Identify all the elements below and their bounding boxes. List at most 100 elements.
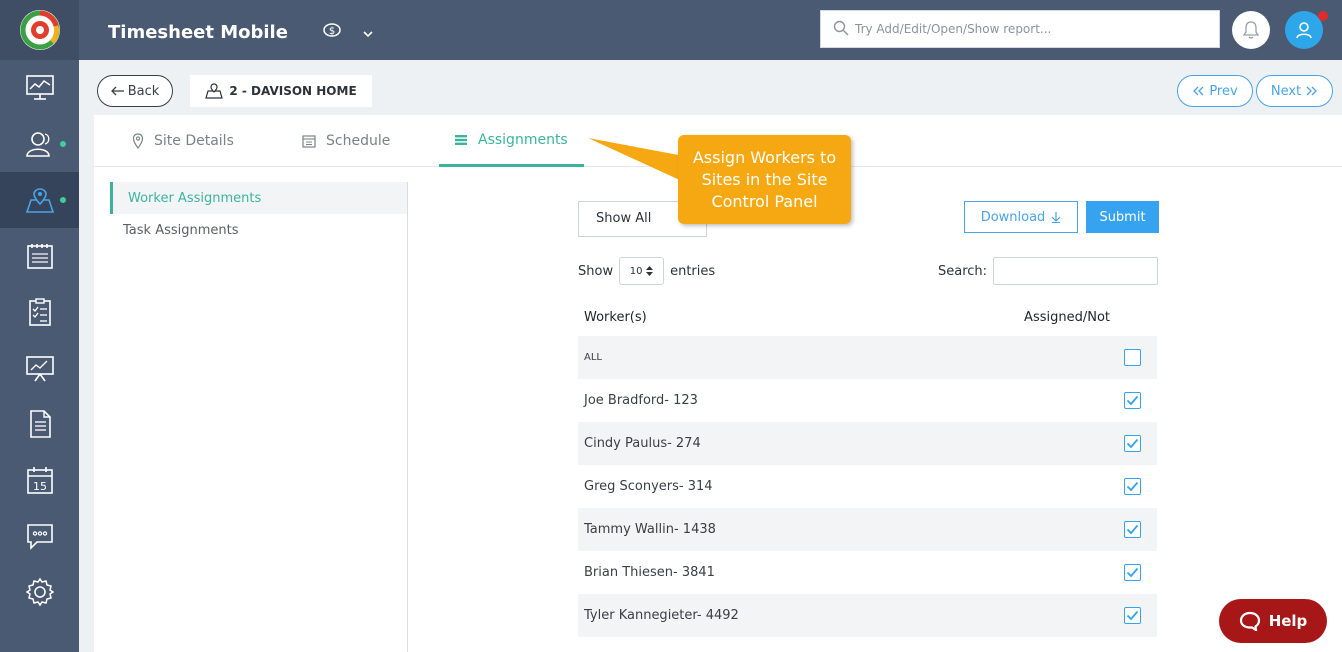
site-name: 2 - DAVISON HOME	[229, 84, 357, 98]
column-workers: Worker(s)	[584, 310, 647, 325]
calendar-15-icon: 15	[26, 467, 53, 494]
global-search[interactable]	[820, 10, 1220, 48]
back-button[interactable]: Back	[97, 75, 173, 107]
chevron-down-icon[interactable]	[362, 24, 374, 43]
sidebar-item-messages[interactable]	[0, 508, 79, 564]
dashboard-monitor-icon	[25, 75, 54, 100]
search-label: Search:	[938, 263, 988, 279]
settings-gear-icon	[25, 577, 54, 607]
show-label: Show	[578, 263, 614, 279]
download-button[interactable]: Download	[964, 201, 1078, 233]
sidebar-item-users[interactable]	[0, 116, 79, 172]
sidebar-item-timesheets[interactable]	[0, 228, 79, 284]
currency-icon[interactable]: $	[322, 21, 342, 43]
checkmark-icon	[1126, 567, 1139, 578]
tab-site-details[interactable]: Site Details	[132, 115, 234, 167]
assigned-checkbox[interactable]	[1124, 349, 1141, 366]
assigned-checkbox[interactable]	[1124, 392, 1141, 409]
assigned-checkbox[interactable]	[1124, 521, 1141, 538]
map-pin-icon	[132, 133, 144, 149]
sidebar-item-sites[interactable]	[0, 172, 79, 228]
help-label: Help	[1268, 612, 1308, 630]
table-header: Worker(s) Assigned/Not	[578, 299, 1157, 336]
worker-name: ALL	[584, 352, 602, 363]
sub-nav-task-assignments-label: Task Assignments	[123, 222, 239, 238]
table-row: Tammy Wallin- 1438	[578, 508, 1157, 551]
table-row: ALL	[578, 336, 1157, 379]
worker-name: Tyler Kannegieter- 4492	[584, 608, 739, 623]
sub-nav-worker-assignments-label: Worker Assignments	[128, 190, 262, 206]
notifications-button[interactable]	[1232, 11, 1270, 49]
assigned-checkbox[interactable]	[1124, 607, 1141, 624]
notification-dot	[1318, 11, 1328, 21]
worker-name: Tammy Wallin- 1438	[584, 522, 716, 537]
site-map-pin-icon	[25, 188, 54, 213]
worker-name: Greg Sconyers- 314	[584, 479, 713, 494]
submit-button[interactable]: Submit	[1086, 201, 1159, 233]
bell-icon	[1242, 21, 1260, 39]
prev-label: Prev	[1209, 83, 1238, 99]
checkmark-icon	[1126, 524, 1139, 535]
tab-assignments-label: Assignments	[478, 131, 568, 148]
clipboard-checklist-icon	[28, 298, 51, 326]
double-chevron-right-icon	[1306, 86, 1318, 96]
list-icon	[455, 134, 467, 145]
sidebar-item-documents[interactable]	[0, 396, 79, 452]
table-row: Tyler Kannegieter- 4492	[578, 594, 1157, 637]
next-label: Next	[1270, 83, 1302, 99]
users-status-dot	[60, 141, 66, 147]
sub-nav-worker-assignments[interactable]: Worker Assignments	[110, 182, 408, 214]
column-assigned: Assigned/Not	[1024, 310, 1110, 325]
callout-pointer	[588, 138, 684, 182]
assigned-checkbox[interactable]	[1124, 478, 1141, 495]
sidebar-item-dashboard[interactable]	[0, 60, 79, 116]
worker-name: Cindy Paulus- 274	[584, 436, 701, 451]
prev-button[interactable]: Prev	[1177, 75, 1253, 107]
sidebar-item-settings[interactable]	[0, 564, 79, 620]
sites-status-dot	[60, 197, 66, 203]
table-search-input[interactable]	[993, 257, 1159, 285]
global-search-input[interactable]	[855, 19, 1210, 39]
chat-bubble-icon	[1239, 611, 1260, 631]
sidebar-item-tasks[interactable]	[0, 284, 79, 340]
sidebar-item-reports[interactable]	[0, 340, 79, 396]
table-row: Joe Bradford- 123	[578, 379, 1157, 422]
panel-divider	[407, 182, 408, 652]
timesheet-notebook-icon	[26, 244, 53, 269]
table-search: Search:	[938, 257, 1159, 285]
worker-assignments-table: Worker(s) Assigned/Not ALL Joe Bradford- …	[578, 299, 1157, 637]
tab-assignments[interactable]: Assignments	[439, 115, 584, 167]
search-icon	[833, 20, 849, 36]
sidebar: 15	[0, 60, 79, 652]
arrow-left-icon	[110, 86, 124, 96]
app-title: Timesheet Mobile	[108, 22, 288, 43]
checkmark-icon	[1126, 438, 1139, 449]
sort-arrows-icon	[646, 266, 654, 276]
presentation-chart-icon	[25, 356, 54, 382]
assigned-checkbox[interactable]	[1124, 564, 1141, 581]
table-row: Cindy Paulus- 274	[578, 422, 1157, 465]
assignments-sub-nav: Worker Assignments Task Assignments	[110, 182, 408, 246]
tab-schedule[interactable]: Schedule	[302, 115, 390, 167]
table-row: Brian Thiesen- 3841	[578, 551, 1157, 594]
calendar-icon	[302, 135, 316, 148]
double-chevron-left-icon	[1193, 86, 1204, 96]
assigned-checkbox[interactable]	[1124, 435, 1141, 452]
chat-message-icon	[26, 524, 53, 550]
entries-select[interactable]: 10	[619, 257, 665, 285]
download-label: Download	[980, 209, 1046, 225]
sidebar-item-calendar[interactable]: 15	[0, 452, 79, 508]
annotation-callout: Assign Workers to Sites in the Site Cont…	[678, 135, 851, 224]
worker-name: Joe Bradford- 123	[584, 393, 698, 408]
svg-text:$: $	[329, 26, 335, 37]
sub-nav-task-assignments[interactable]: Task Assignments	[110, 214, 408, 246]
document-icon	[29, 410, 51, 438]
entries-label: entries	[670, 263, 716, 279]
table-row: Greg Sconyers- 314	[578, 465, 1157, 508]
site-location-icon	[205, 83, 224, 99]
back-label: Back	[127, 83, 160, 99]
app-logo[interactable]	[0, 0, 79, 60]
next-button[interactable]: Next	[1256, 75, 1333, 107]
entries-value: 10	[629, 265, 643, 277]
help-button[interactable]: Help	[1219, 599, 1327, 643]
